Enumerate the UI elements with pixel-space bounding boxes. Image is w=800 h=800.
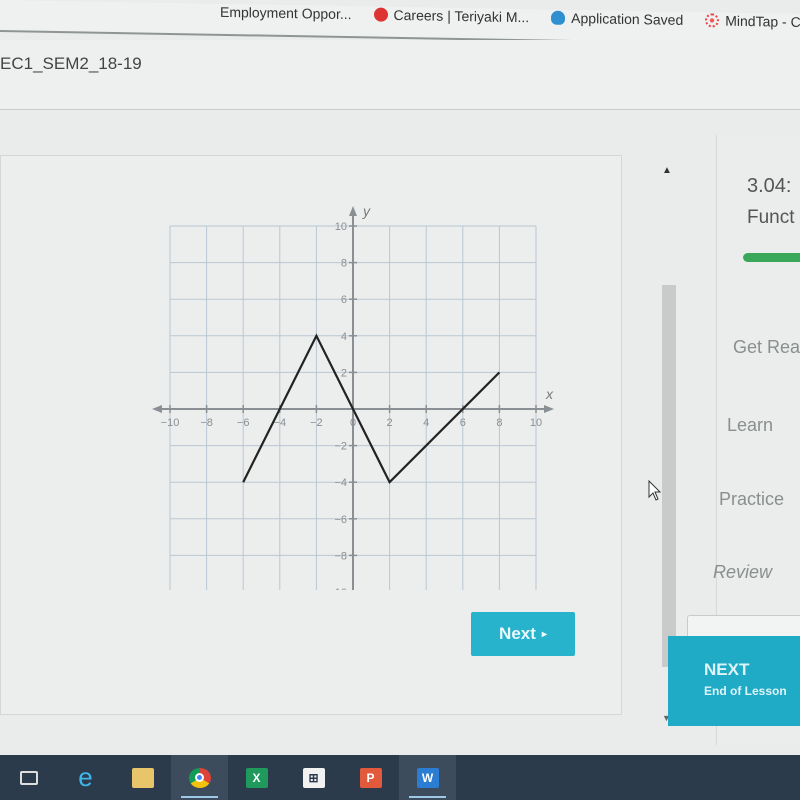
y-tick-label: 4	[341, 331, 347, 343]
taskbar-task-view[interactable]	[0, 755, 57, 800]
scroll-thumb[interactable]	[662, 285, 676, 667]
progress-fill	[743, 253, 800, 262]
powerpoint-icon: P	[359, 767, 382, 788]
taskbar-file-explorer[interactable]	[114, 755, 171, 800]
y-tick-label: −4	[334, 477, 347, 489]
taskbar-powerpoint[interactable]: P	[342, 755, 399, 800]
excel-icon: X	[245, 767, 268, 788]
nav-learn[interactable]: Learn	[727, 415, 773, 436]
next-lesson-title: NEXT	[704, 660, 750, 679]
taskbar-internet-explorer[interactable]: e	[57, 755, 114, 800]
taskbar-chrome[interactable]	[171, 755, 228, 800]
y-tick-label: −6	[334, 514, 347, 526]
lesson-progress-bar	[743, 253, 800, 262]
x-tick-label: −6	[237, 417, 250, 429]
next-lesson-button[interactable]: NEXT End of Lesson	[668, 636, 800, 726]
x-tick-label: 8	[496, 417, 502, 429]
chrome-icon	[188, 767, 211, 788]
x-tick-label: 6	[460, 417, 466, 429]
y-tick-label: 10	[335, 221, 347, 233]
y-tick-label: −2	[334, 441, 347, 453]
bookmark-label: Application Saved	[571, 9, 684, 28]
taskbar-store[interactable]: ⊞	[285, 755, 342, 800]
next-lesson-subtitle: End of Lesson	[704, 684, 787, 698]
x-tick-label: −2	[310, 417, 323, 429]
course-header: EC1_SEM2_18-19	[0, 40, 800, 110]
bookmark-employment[interactable]: Employment Oppor...	[220, 4, 352, 22]
store-icon: ⊞	[302, 767, 325, 788]
lesson-name: Funct	[747, 207, 795, 228]
bookmark-label: MindTap - Cen	[725, 12, 800, 31]
nav-review[interactable]: Review	[713, 562, 772, 583]
x-axis-arrow-left	[152, 405, 162, 413]
mouse-cursor-icon	[648, 480, 662, 501]
play-arrow-icon: ▸	[541, 628, 547, 640]
x-tick-label: 0	[350, 417, 356, 429]
lesson-number: 3.04:	[747, 175, 792, 197]
lightbulb-icon	[551, 10, 566, 25]
y-tick-label: −10	[328, 587, 347, 590]
next-button[interactable]: Next ▸	[471, 612, 575, 656]
x-tick-label: −10	[161, 417, 180, 429]
y-tick-label: 8	[341, 258, 347, 270]
course-title: EC1_SEM2_18-19	[0, 54, 142, 73]
bookmark-application-saved[interactable]: Application Saved	[551, 10, 683, 28]
windows-taskbar: e X ⊞ P W	[0, 755, 800, 800]
internet-explorer-icon: e	[78, 762, 93, 792]
x-axis-label: x	[545, 386, 554, 402]
bookmark-label: Careers | Teriyaki M...	[393, 6, 530, 26]
taskbar-word[interactable]: W	[399, 755, 456, 800]
folder-icon	[131, 767, 154, 788]
bookmark-label: Employment Oppor...	[220, 3, 352, 23]
y-tick-label: −8	[334, 550, 347, 562]
x-tick-label: 4	[423, 417, 429, 429]
bookmark-mindtap[interactable]: MindTap - Cen	[705, 12, 800, 30]
x-tick-label: −8	[200, 417, 213, 429]
y-tick-label: 2	[341, 367, 347, 379]
next-label: Next	[499, 624, 536, 643]
teriyaki-icon	[373, 7, 388, 22]
function-graph: xy−10−8−6−4−20246810−10−8−6−4−2246810	[140, 190, 560, 604]
taskbar-excel[interactable]: X	[228, 755, 285, 800]
x-axis-arrow	[544, 405, 554, 413]
bookmark-teriyaki[interactable]: Careers | Teriyaki M...	[373, 6, 530, 26]
y-tick-label: 6	[341, 294, 347, 306]
scroll-up-icon[interactable]: ▲	[662, 165, 672, 176]
nav-practice[interactable]: Practice	[719, 489, 784, 510]
x-tick-label: 10	[530, 417, 542, 429]
y-axis-label: y	[362, 203, 371, 219]
y-axis-arrow	[349, 206, 357, 216]
x-tick-label: 2	[387, 417, 393, 429]
word-icon: W	[416, 767, 439, 788]
mindtap-icon	[705, 13, 720, 28]
graph-svg: xy−10−8−6−4−20246810−10−8−6−4−2246810	[152, 203, 554, 604]
task-view-icon	[19, 770, 38, 785]
nav-get-ready[interactable]: Get Rea	[733, 337, 800, 358]
